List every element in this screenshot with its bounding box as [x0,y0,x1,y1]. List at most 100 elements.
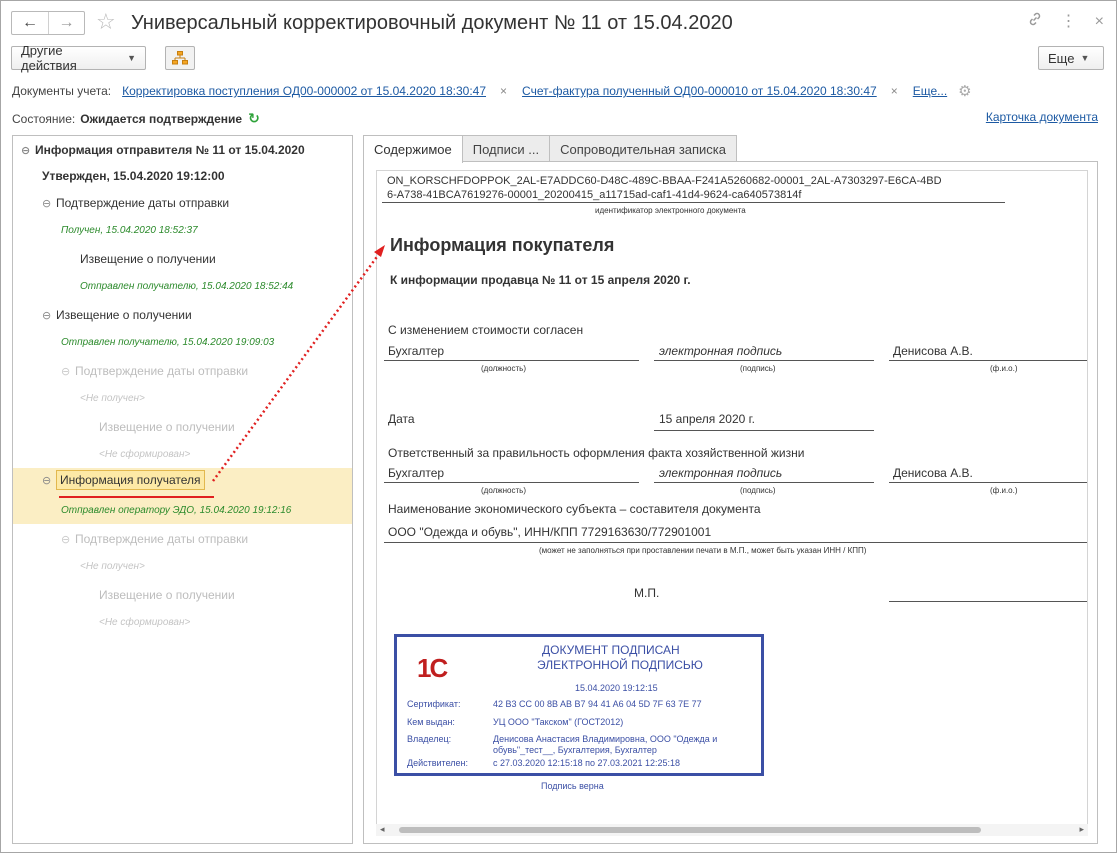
issuer-label: Кем выдан: [407,717,455,727]
forward-arrow-icon: → [58,14,75,31]
more-label: Еще [1048,50,1075,66]
tree-node-status: Отправлен получателю, 15.04.2020 18:52:4… [80,281,294,292]
content-panel: ON_KORSCHFDOPPOK_2AL-E7ADDC60-D48C-489C-… [363,161,1098,844]
tree-node-date-confirmation[interactable]: ⊖ Подтверждение даты отправки [42,196,229,210]
tree-node-sender-info[interactable]: ⊖ Информация отправителя № 11 от 15.04.20… [21,143,305,157]
tab-cover-note[interactable]: Сопроводительная записка [549,135,738,162]
tree-node-receipt-notice[interactable]: Извещение о получении [99,588,235,602]
remove-icon[interactable]: × [891,84,898,98]
document-heading: Информация покупателя [390,235,615,255]
collapse-icon[interactable]: ⊖ [21,144,35,157]
tab-content[interactable]: Содержимое [363,135,463,163]
more-button[interactable]: Еще ▼ [1038,46,1104,70]
collapse-icon[interactable]: ⊖ [61,533,75,546]
back-button[interactable]: ← [12,12,48,34]
forward-button[interactable]: → [48,12,84,34]
window-controls: ⋮ × [1027,11,1104,33]
divider [654,482,874,483]
red-underline-marker [59,496,214,498]
position-value: Бухгалтер [388,344,445,358]
tree-node-status: Отправлен оператору ЭДО, 15.04.2020 19:1… [61,505,292,516]
signature-value: электронная подпись [659,344,783,358]
position-caption: (должность) [481,364,526,373]
seal-place-label: М.П. [634,586,660,600]
fio-value: Денисова А.В. [893,466,973,480]
accounting-documents-row: Документы учета: Корректировка поступлен… [12,82,1104,100]
link-icon[interactable] [1027,11,1043,33]
position-caption: (должность) [481,486,526,495]
tree-node-date-confirmation[interactable]: ⊖ Подтверждение даты отправки [61,532,248,546]
divider [889,601,1087,602]
tree-node-recipient-info[interactable]: ⊖ Информация получателя [42,470,205,490]
state-row: Состояние: Ожидается подтверждение ↻ [12,110,260,127]
divider [384,360,639,361]
chevron-down-icon: ▼ [1080,53,1090,63]
tree-node-status: <Не сформирован> [99,617,191,628]
valid-value: с 27.03.2020 12:15:18 по 27.03.2021 12:2… [493,758,681,768]
divider [889,482,1087,483]
entity-label: Наименование экономического субъекта – с… [388,502,761,516]
fio-caption: (ф.и.о.) [990,364,1018,373]
scroll-right-icon[interactable]: ▸ [1079,824,1084,835]
document-link-invoice[interactable]: Счет-фактура полученный ОД00-000010 от 1… [522,84,877,98]
tree-node-label: Подтверждение даты отправки [56,196,230,210]
issuer-value: УЦ ООО "Такском" (ГОСТ2012) [493,717,624,727]
divider [384,482,639,483]
state-value: Ожидается подтверждение [80,111,243,126]
horizontal-scrollbar[interactable]: ◂ ▸ [376,824,1088,836]
state-label: Состояние: [12,111,76,126]
tree-node-label: Подтверждение даты отправки [75,532,249,546]
gear-icon[interactable]: ⚙ [958,82,971,100]
refresh-icon[interactable]: ↻ [248,110,260,127]
1c-logo-icon: 1С [417,653,448,683]
date-value: 15 апреля 2020 г. [659,412,755,426]
menu-dots-icon[interactable]: ⋮ [1061,11,1077,33]
responsible-text: Ответственный за правильность оформления… [388,446,805,460]
tab-signatures[interactable]: Подписи ... [461,135,551,162]
owner-value-line-2: обувь"_тест__, Бухгалтерия, Бухгалтер [493,745,657,755]
signature-verified-text: Подпись верна [541,781,604,791]
date-label: Дата [388,412,415,426]
tree-node-date-confirmation[interactable]: ⊖ Подтверждение даты отправки [61,364,248,378]
document-link-correction[interactable]: Корректировка поступления ОД00-000002 от… [122,84,486,98]
divider [654,430,874,431]
documents-more-link[interactable]: Еще... [913,84,947,98]
owner-label: Владелец: [407,734,452,744]
page-title: Универсальный корректировочный документ … [131,12,733,34]
collapse-icon[interactable]: ⊖ [42,197,56,210]
close-icon[interactable]: × [1095,11,1104,33]
entity-note: (может не заполняться при проставлении п… [539,546,867,555]
collapse-icon[interactable]: ⊖ [42,474,56,487]
other-actions-button[interactable]: Другие действия ▼ [11,43,146,73]
entity-value: ООО "Одежда и обувь", ИНН/КПП 7729163630… [388,525,712,539]
tree-node-label: Подтверждение даты отправки [75,364,249,378]
accounting-documents-label: Документы учета: [12,84,112,98]
agree-text: С изменением стоимости согласен [388,323,584,337]
stamp-datetime: 15.04.2020 19:12:15 [575,683,658,693]
tree-node-receipt-notice[interactable]: Извещение о получении [99,420,235,434]
position-value: Бухгалтер [388,466,445,480]
document-card-link[interactable]: Карточка документа [986,110,1098,124]
content-tabs: Содержимое Подписи ... Сопроводительная … [363,135,738,163]
tree-node-status: Получен, 15.04.2020 18:52:37 [61,225,198,236]
fio-value: Денисова А.В. [893,344,973,358]
tree-node-receipt-notice[interactable]: ⊖ Извещение о получении [42,308,192,322]
tree-node-status: Отправлен получателю, 15.04.2020 19:09:0… [61,337,275,348]
collapse-icon[interactable]: ⊖ [61,365,75,378]
signature-caption: (подпись) [740,486,776,495]
signature-caption: (подпись) [740,364,776,373]
collapse-icon[interactable]: ⊖ [42,309,56,322]
scrollbar-thumb[interactable] [399,827,981,833]
tree-node-label: Информация отправителя № 11 от 15.04.202… [35,143,305,157]
tree-node-receipt-notice[interactable]: Извещение о получении [80,252,216,266]
tree-node-label: Извещение о получении [56,308,192,322]
electronic-signature-stamp: 1С ДОКУМЕНТ ПОДПИСАН ЭЛЕКТРОННОЙ ПОДПИСЬ… [394,634,764,776]
fio-caption: (ф.и.о.) [990,486,1018,495]
document-window: ← → ☆ Универсальный корректировочный док… [0,0,1117,853]
document-structure-button[interactable] [165,46,195,70]
document-subheading: К информации продавца № 11 от 15 апреля … [390,273,691,287]
scroll-left-icon[interactable]: ◂ [380,824,385,835]
remove-icon[interactable]: × [500,84,507,98]
divider [382,202,1005,203]
favorite-star-icon[interactable]: ☆ [96,10,116,34]
